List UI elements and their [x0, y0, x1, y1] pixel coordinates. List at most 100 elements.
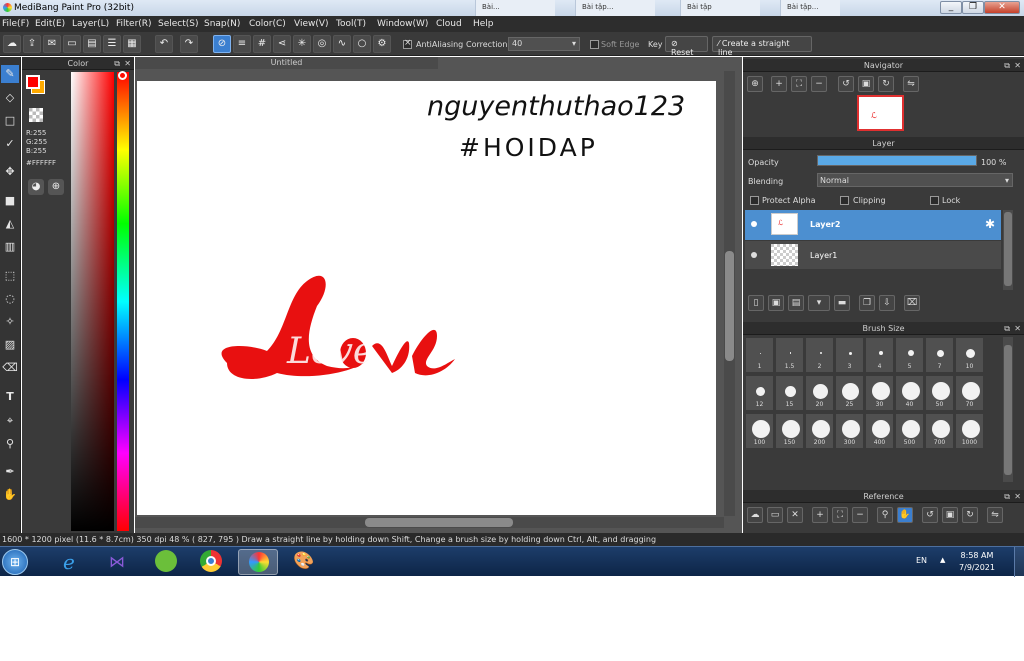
menu-filter[interactable]: Filter(R)	[116, 19, 152, 29]
navigator-thumbnail[interactable]: ℒ	[857, 95, 904, 131]
trash-icon[interactable]: ⌧	[904, 295, 920, 311]
browser-tab[interactable]: Bài tập...	[575, 0, 655, 16]
select-tool-icon[interactable]: ✓	[1, 135, 19, 153]
new-1bit-layer-icon[interactable]: ▤	[788, 295, 804, 311]
brush-size-option[interactable]: 20	[805, 375, 834, 411]
dot-tool-icon[interactable]: □	[1, 112, 19, 130]
vertical-scroll-thumb[interactable]	[725, 251, 734, 361]
menu-tool[interactable]: Tool(T)	[336, 19, 366, 29]
comment-icon[interactable]: ✉	[43, 35, 61, 53]
saturation-brightness-picker[interactable]	[71, 72, 114, 531]
zoom-fit-icon[interactable]: ⊕	[747, 76, 763, 92]
layer-row[interactable]: Layer1	[745, 241, 1001, 269]
duplicate-layer-icon[interactable]: ❐	[859, 295, 875, 311]
close-reference-icon[interactable]: ✕	[787, 507, 803, 523]
maximize-button[interactable]: ❐	[962, 1, 984, 14]
merge-layer-icon[interactable]: ⇩	[879, 295, 895, 311]
blending-select[interactable]: Normal ▾	[817, 173, 1013, 187]
rotate-left-icon[interactable]: ↺	[838, 76, 854, 92]
folder-icon[interactable]: ▬	[834, 295, 850, 311]
zoom-actual-icon[interactable]: ⛶	[832, 507, 848, 523]
browser-tab[interactable]: Bài tập...	[780, 0, 840, 16]
grid-pages-icon[interactable]: ▦	[123, 35, 141, 53]
palette-icon[interactable]: ◕	[28, 179, 44, 195]
page-icon[interactable]: ▤	[83, 35, 101, 53]
brush-tool-icon[interactable]: ✎	[1, 65, 19, 83]
lasso-tool-icon[interactable]: ◌	[1, 290, 19, 308]
panel-close-icon[interactable]: ✕	[1014, 59, 1021, 72]
horizontal-scrollbar[interactable]	[135, 517, 724, 528]
internet-explorer-icon[interactable]: e	[52, 549, 92, 575]
reference-cloud-icon[interactable]: ☁	[747, 507, 763, 523]
lock-checkbox[interactable]	[930, 196, 939, 205]
new-layer-icon[interactable]: ▯	[748, 295, 764, 311]
fill-rect-tool-icon[interactable]: ■	[1, 192, 19, 210]
chat-icon[interactable]: ▭	[63, 35, 81, 53]
drawing-canvas[interactable]: nguyenthuthao123 #HOIDAP Love	[137, 81, 716, 515]
rotate-right-icon[interactable]: ↻	[962, 507, 978, 523]
correction-select[interactable]: 40 ▾	[508, 37, 580, 51]
layer-scrollbar[interactable]	[1003, 210, 1013, 290]
menu-snap[interactable]: Snap(N)	[204, 19, 240, 29]
visual-studio-icon[interactable]: ⋈	[98, 549, 138, 575]
brush-size-option[interactable]: 500	[895, 413, 924, 449]
brush-size-option[interactable]: 30	[865, 375, 894, 411]
radial-snap-icon[interactable]: ✳	[293, 35, 311, 53]
new-halftone-layer-icon[interactable]: ▣	[768, 295, 784, 311]
panel-close-icon[interactable]: ✕	[1014, 490, 1021, 503]
brush-size-option[interactable]: 5	[895, 337, 924, 373]
parallel-snap-icon[interactable]: ≡	[233, 35, 251, 53]
flip-icon[interactable]: ⇋	[987, 507, 1003, 523]
brush-size-scroll-thumb[interactable]	[1004, 345, 1012, 475]
snap-off-icon[interactable]: ⊘	[213, 35, 231, 53]
layer-row-selected[interactable]: ℒ Layer2 ✱	[745, 210, 1001, 240]
vanishing-snap-icon[interactable]: ⋖	[273, 35, 291, 53]
hue-handle[interactable]	[118, 71, 127, 80]
menu-color[interactable]: Color(C)	[249, 19, 286, 29]
hand-tool-icon[interactable]: ✋	[1, 486, 19, 504]
panel-close-icon[interactable]: ✕	[1014, 322, 1021, 335]
brush-size-option[interactable]: 400	[865, 413, 894, 449]
language-indicator[interactable]: EN	[916, 556, 927, 565]
concentric-snap-icon[interactable]: ◎	[313, 35, 331, 53]
brush-size-option[interactable]: 100	[745, 413, 774, 449]
undock-icon[interactable]: ⧉	[1004, 59, 1010, 72]
gradient-tool-icon[interactable]: ▥	[1, 238, 19, 256]
brush-size-option[interactable]: 1	[745, 337, 774, 373]
soft-edge-checkbox[interactable]	[590, 40, 599, 49]
paint-icon[interactable]: 🎨	[284, 549, 324, 575]
brush-size-option[interactable]: 200	[805, 413, 834, 449]
ellipse-snap-icon[interactable]: ○	[353, 35, 371, 53]
brush-size-scrollbar[interactable]	[1003, 337, 1013, 482]
zoom-out-icon[interactable]: −	[811, 76, 827, 92]
eyedropper-icon[interactable]: ⚲	[877, 507, 893, 523]
snap-settings-icon[interactable]: ⚙	[373, 35, 391, 53]
menu-help[interactable]: Help	[473, 19, 494, 29]
brush-size-option[interactable]: 2	[805, 337, 834, 373]
zoom-actual-icon[interactable]: ⛶	[791, 76, 807, 92]
antialiasing-checkbox[interactable]	[403, 38, 412, 49]
zoom-out-icon[interactable]: −	[852, 507, 868, 523]
text-tool-icon[interactable]: T	[1, 388, 19, 406]
layer-scroll-thumb[interactable]	[1004, 212, 1012, 286]
menu-window[interactable]: Window(W)	[377, 19, 428, 29]
rotate-left-icon[interactable]: ↺	[922, 507, 938, 523]
cloud-icon[interactable]: ☁	[3, 35, 21, 53]
reset-button[interactable]: ⊘ Reset	[665, 36, 708, 57]
visibility-icon[interactable]	[751, 252, 757, 258]
opacity-slider[interactable]	[817, 155, 977, 166]
medibang-taskbar-icon[interactable]	[238, 549, 278, 575]
zoom-in-icon[interactable]: +	[771, 76, 787, 92]
select-eraser-tool-icon[interactable]: ⌫	[1, 359, 19, 377]
brush-size-option[interactable]: 300	[835, 413, 864, 449]
brush-size-option[interactable]: 3	[835, 337, 864, 373]
horizontal-scroll-thumb[interactable]	[365, 518, 513, 527]
straight-line-button[interactable]: ⁄ Create a straight line	[712, 36, 812, 57]
brush-size-option[interactable]: 10	[955, 337, 984, 373]
brush-size-option[interactable]: 1.5	[775, 337, 804, 373]
close-button[interactable]: ✕	[984, 1, 1020, 14]
menu-layer[interactable]: Layer(L)	[72, 19, 109, 29]
brush-size-option[interactable]: 15	[775, 375, 804, 411]
rotate-right-icon[interactable]: ↻	[878, 76, 894, 92]
eraser-tool-icon[interactable]: ◇	[1, 89, 19, 107]
